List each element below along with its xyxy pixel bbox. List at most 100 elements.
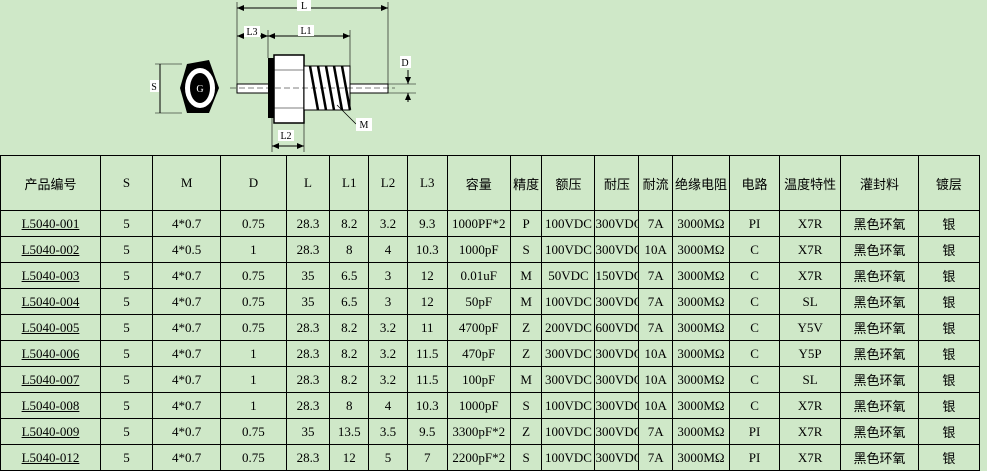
column-header: 镀层: [917, 155, 981, 211]
table-cell: 13.5: [329, 418, 370, 445]
table-cell: 黑色环氧: [840, 418, 919, 445]
table-cell: 3000MΩ: [671, 288, 731, 315]
table-cell: 黑色环氧: [840, 392, 919, 419]
product-number-link[interactable]: L5040-001: [0, 210, 101, 237]
table-cell: 0.75: [220, 314, 287, 341]
table-cell: 35: [285, 288, 331, 315]
table-cell: 3: [368, 288, 408, 315]
product-number-link[interactable]: L5040-009: [0, 418, 101, 445]
table-cell: 3000MΩ: [671, 418, 731, 445]
spec-table: 产品编号 S M D L L1 L2 L3 容量 精度 额压 耐压 耐流 绝缘电阻 电路 温度特性 灌封料 镀层 …: [0, 155, 981, 471]
table-cell: M: [509, 288, 543, 315]
table-cell: 9.5: [406, 418, 448, 445]
table-cell: 5: [99, 262, 153, 289]
label-l: L: [301, 1, 307, 12]
table-cell: X7R: [779, 236, 842, 263]
product-number-link[interactable]: L5040-007: [0, 366, 101, 393]
table-cell: 3.2: [368, 340, 408, 367]
table-cell: 50VDC: [541, 262, 596, 289]
table-cell: 5: [99, 210, 153, 237]
table-cell: 黑色环氧: [840, 288, 919, 315]
table-cell: 35: [285, 418, 331, 445]
table-cell: 470pF: [446, 340, 511, 367]
column-header: D: [220, 155, 287, 211]
column-header: L3: [406, 155, 448, 211]
center-label: G: [196, 84, 203, 95]
table-cell: 200VDC: [541, 314, 596, 341]
table-cell: 0.75: [220, 210, 287, 237]
column-header: 绝缘电阻: [671, 155, 731, 211]
table-cell: 300VDC: [594, 392, 640, 419]
table-cell: 3000MΩ: [671, 366, 731, 393]
product-number-link[interactable]: L5040-005: [0, 314, 101, 341]
product-number-link[interactable]: L5040-002: [0, 236, 101, 263]
table-cell: 10.3: [406, 392, 448, 419]
column-header: S: [99, 155, 153, 211]
table-cell: 28.3: [285, 236, 331, 263]
table-cell: 300VDC: [541, 366, 596, 393]
label-l3: L3: [246, 27, 257, 38]
column-header: 精度: [509, 155, 543, 211]
table-cell: 10A: [638, 366, 673, 393]
table-cell: C: [729, 262, 781, 289]
product-number-link[interactable]: L5040-004: [0, 288, 101, 315]
table-cell: C: [729, 340, 781, 367]
table-cell: 28.3: [285, 392, 331, 419]
table-cell: 4*0.7: [151, 366, 222, 393]
table-cell: 100VDC: [541, 392, 596, 419]
table-cell: 50pF: [446, 288, 511, 315]
dimension-l3: L3: [237, 26, 268, 39]
table-cell: 11.5: [406, 340, 448, 367]
table-cell: 300VDC: [541, 340, 596, 367]
label-l2: L2: [280, 131, 291, 142]
table-cell: 100VDC: [541, 418, 596, 445]
table-cell: P: [509, 210, 543, 237]
column-header: 温度特性: [779, 155, 842, 211]
table-cell: 5: [99, 418, 153, 445]
table-cell: M: [509, 262, 543, 289]
table-cell: 5: [99, 392, 153, 419]
table-cell: X7R: [779, 210, 842, 237]
table-cell: PI: [729, 210, 781, 237]
table-cell: C: [729, 366, 781, 393]
product-number-link[interactable]: L5040-006: [0, 340, 101, 367]
table-cell: M: [509, 366, 543, 393]
table-cell: 7A: [638, 262, 673, 289]
table-cell: 7A: [638, 314, 673, 341]
table-cell: 3000MΩ: [671, 340, 731, 367]
table-cell: 8: [329, 236, 370, 263]
table-cell: 8.2: [329, 340, 370, 367]
product-number-link[interactable]: L5040-003: [0, 262, 101, 289]
table-cell: 5: [99, 340, 153, 367]
table-cell: 8.2: [329, 366, 370, 393]
table-cell: 300VDC: [594, 340, 640, 367]
table-cell: C: [729, 392, 781, 419]
table-cell: 35: [285, 262, 331, 289]
column-header: 电路: [729, 155, 781, 211]
table-cell: X7R: [779, 418, 842, 445]
column-header: 耐压: [594, 155, 640, 211]
dimension-s: S: [150, 63, 182, 114]
column-header: 灌封料: [840, 155, 919, 211]
product-number-link[interactable]: L5040-008: [0, 392, 101, 419]
table-cell: 0.75: [220, 262, 287, 289]
label-m: M: [360, 120, 369, 131]
table-cell: 黑色环氧: [840, 366, 919, 393]
table-cell: 8.2: [329, 210, 370, 237]
table-body: L5040-001 5 4*0.7 0.75 28.3 8.2 3.2 9.3 1000PF*2…: [0, 210, 981, 471]
table-cell: 4700pF: [446, 314, 511, 341]
table-cell: 4*0.7: [151, 314, 222, 341]
table-cell: 1: [220, 236, 287, 263]
table-cell: 4*0.7: [151, 418, 222, 445]
table-cell: 3000MΩ: [671, 262, 731, 289]
table-row: L5040-007 5 4*0.7 1 28.3 8.2 3.2 11.5 100pF M 300V…: [0, 366, 981, 393]
table-cell: 7A: [638, 210, 673, 237]
table-cell: 1000pF: [446, 392, 511, 419]
table-cell: C: [729, 314, 781, 341]
table-cell: 0.75: [220, 418, 287, 445]
table-cell: 黑色环氧: [840, 210, 919, 237]
table-cell: 600VDC: [594, 314, 640, 341]
table-cell: 4*0.7: [151, 392, 222, 419]
table-cell: SL: [779, 288, 842, 315]
table-cell: 5: [99, 366, 153, 393]
